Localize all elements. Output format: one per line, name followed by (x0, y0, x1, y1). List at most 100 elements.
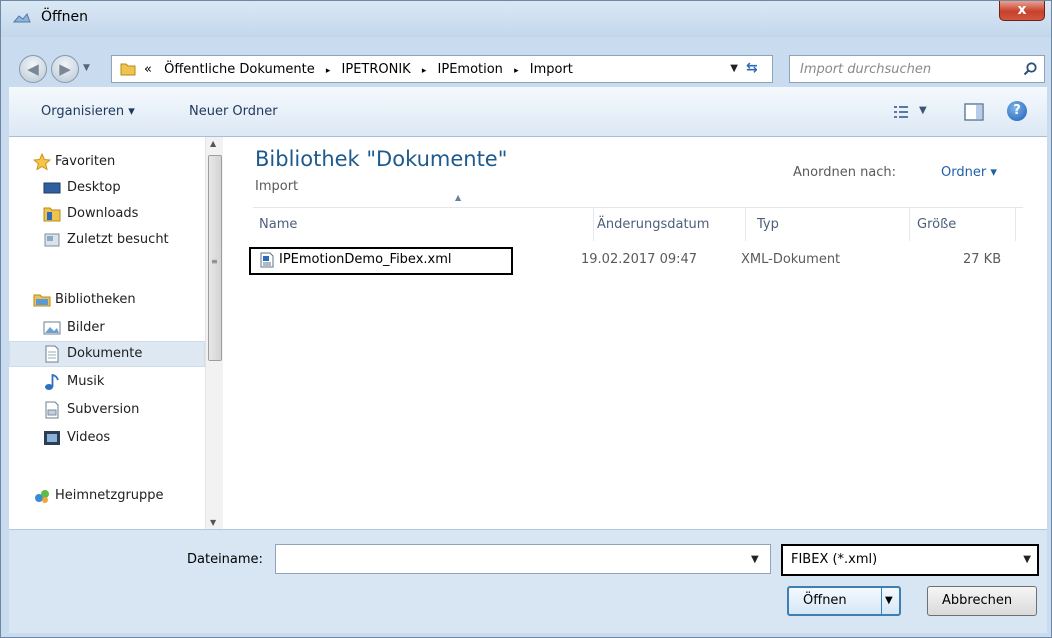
breadcrumb-separator-icon[interactable]: ▸ (422, 66, 427, 76)
new-folder-button[interactable]: Neuer Ordner (189, 104, 278, 119)
breadcrumb-overflow[interactable]: « (144, 62, 152, 77)
sidebar-item-homegroup[interactable]: Heimnetzgruppe (9, 483, 205, 509)
breadcrumb-item[interactable]: Öffentliche Dokumente (164, 62, 315, 77)
address-dropdown-icon[interactable]: ▼ (730, 63, 738, 74)
sidebar-item-music[interactable]: Musik (9, 369, 205, 395)
window-title: Öffnen (41, 9, 89, 25)
breadcrumb-item[interactable]: IPEmotion (438, 62, 503, 77)
column-divider[interactable] (909, 207, 910, 241)
filename-dropdown-icon[interactable]: ▼ (751, 554, 759, 565)
title-bar[interactable]: Öffnen x (1, 1, 1051, 37)
sidebar-item-label: Subversion (67, 402, 140, 417)
sidebar-item-recent[interactable]: Zuletzt besucht (9, 227, 205, 253)
forward-button[interactable]: ▶ (51, 55, 79, 83)
sidebar-item-downloads[interactable]: Downloads (9, 201, 205, 227)
footer-panel: Dateiname: ▼ FIBEX (*.xml) ▼ Öffnen ▼ Ab… (9, 529, 1047, 633)
breadcrumb-separator-icon[interactable]: ▸ (326, 66, 331, 76)
sidebar-item-label: Bilder (67, 320, 105, 335)
search-placeholder: Import durchsuchen (800, 62, 932, 77)
sidebar-item-label: Musik (67, 374, 105, 389)
library-title: Bibliothek "Dokumente" (255, 147, 508, 171)
sidebar-item-label: Heimnetzgruppe (55, 488, 164, 503)
back-button[interactable]: ◀ (19, 55, 47, 83)
breadcrumb: « Öffentliche Dokumente ▸ IPETRONIK ▸ IP… (144, 62, 573, 77)
content-area: Favoriten Desktop Downloads Zuletzt besu… (9, 137, 1047, 529)
filename-input[interactable] (275, 544, 771, 574)
address-bar[interactable]: « Öffentliche Dokumente ▸ IPETRONIK ▸ IP… (111, 55, 773, 83)
breadcrumb-item[interactable]: Import (530, 62, 573, 77)
chevron-down-icon: ▼ (919, 105, 927, 116)
recent-pages-dropdown-icon[interactable]: ▼ (83, 63, 90, 73)
sidebar-item-label: Bibliotheken (55, 292, 136, 307)
cancel-button[interactable]: Abbrechen (927, 586, 1037, 616)
open-button[interactable]: Öffnen ▼ (787, 586, 901, 616)
sidebar-item-label: Desktop (67, 180, 121, 195)
library-subtitle: Import (255, 179, 299, 194)
pictures-icon (43, 321, 61, 335)
sidebar-item-videos[interactable]: Videos (9, 425, 205, 451)
breadcrumb-item[interactable]: IPETRONIK (342, 62, 411, 77)
chevron-down-icon: ▼ (1023, 554, 1031, 565)
scroll-up-icon[interactable]: ▲ (210, 139, 216, 148)
column-header-size[interactable]: Größe (911, 207, 1015, 241)
column-header-label: Änderungsdatum (597, 217, 710, 232)
file-name: IPEmotionDemo_Fibex.xml (279, 252, 452, 267)
filename-label: Dateiname: (187, 552, 263, 567)
downloads-folder-icon (43, 207, 61, 222)
sidebar-item-libraries[interactable]: Bibliotheken (9, 287, 205, 313)
sidebar-item-label: Videos (67, 430, 111, 445)
documents-icon (45, 345, 59, 363)
file-type-filter-value: FIBEX (*.xml) (791, 552, 878, 567)
videos-icon (44, 431, 60, 445)
help-button[interactable]: ? (1007, 101, 1027, 121)
sidebar-item-subversion[interactable]: Subversion (9, 397, 205, 423)
column-header-label: Typ (757, 217, 779, 232)
refresh-icon[interactable]: ⇆ (746, 60, 764, 78)
column-divider[interactable] (1015, 207, 1016, 241)
arrange-by-label: Anordnen nach: (793, 165, 897, 180)
sidebar-item-favorites[interactable]: Favoriten (9, 149, 205, 175)
address-row: ◀ ▶ ▼ « Öffentliche Dokumente ▸ IPETRONI… (1, 37, 1051, 83)
navigation-pane: Favoriten Desktop Downloads Zuletzt besu… (9, 137, 205, 529)
help-icon: ? (1013, 103, 1021, 118)
folder-icon (120, 63, 136, 76)
file-size: 27 KB (963, 252, 1002, 267)
scroll-grip-icon: ≡ (211, 257, 218, 266)
music-icon (45, 373, 59, 390)
cancel-button-label: Abbrechen (942, 593, 1013, 608)
breadcrumb-separator-icon[interactable]: ▸ (514, 66, 519, 76)
column-header-type[interactable]: Typ (747, 207, 909, 241)
column-header-date[interactable]: Änderungsdatum (595, 207, 745, 241)
column-header-name[interactable]: Name (253, 207, 593, 241)
file-row[interactable]: IPEmotionDemo_Fibex.xml 19.02.2017 09:47… (249, 247, 1029, 275)
change-view-button[interactable]: ▼ (893, 103, 933, 123)
desktop-icon (43, 182, 61, 194)
open-options-dropdown-icon[interactable]: ▼ (885, 595, 893, 606)
sidebar-item-pictures[interactable]: Bilder (9, 315, 205, 341)
xml-file-icon (260, 252, 274, 268)
file-open-dialog: Öffnen x ◀ ▶ ▼ « Öffentliche Dokumente ▸… (0, 0, 1052, 638)
subversion-icon (45, 401, 59, 419)
arrange-by-dropdown[interactable]: Ordner ▾ (941, 165, 997, 180)
file-type-filter[interactable]: FIBEX (*.xml) ▼ (781, 544, 1039, 576)
file-type: XML-Dokument (741, 252, 841, 267)
search-box[interactable]: Import durchsuchen (789, 55, 1045, 83)
sidebar-item-label: Zuletzt besucht (67, 232, 169, 247)
organize-button[interactable]: Organisieren ▾ (41, 104, 135, 119)
sidebar-item-documents[interactable]: Dokumente (9, 341, 205, 367)
file-list-pane: Bibliothek "Dokumente" Import Anordnen n… (223, 137, 1047, 529)
command-bar: Organisieren ▾ Neuer Ordner ▼ ? (9, 87, 1047, 137)
view-options-icon (894, 106, 908, 118)
navigation-scrollbar[interactable]: ▲ ≡ ▼ (205, 137, 223, 529)
search-icon[interactable] (1022, 61, 1038, 77)
sidebar-item-desktop[interactable]: Desktop (9, 175, 205, 201)
column-divider[interactable] (745, 207, 746, 241)
scroll-down-icon[interactable]: ▼ (210, 518, 216, 527)
column-divider[interactable] (593, 207, 594, 241)
sort-ascending-icon: ▲ (455, 193, 462, 202)
preview-pane-icon[interactable] (963, 101, 985, 123)
close-icon: x (1017, 2, 1027, 18)
file-date: 19.02.2017 09:47 (581, 252, 698, 267)
close-button[interactable]: x (999, 1, 1045, 21)
sidebar-item-label: Downloads (67, 206, 139, 221)
